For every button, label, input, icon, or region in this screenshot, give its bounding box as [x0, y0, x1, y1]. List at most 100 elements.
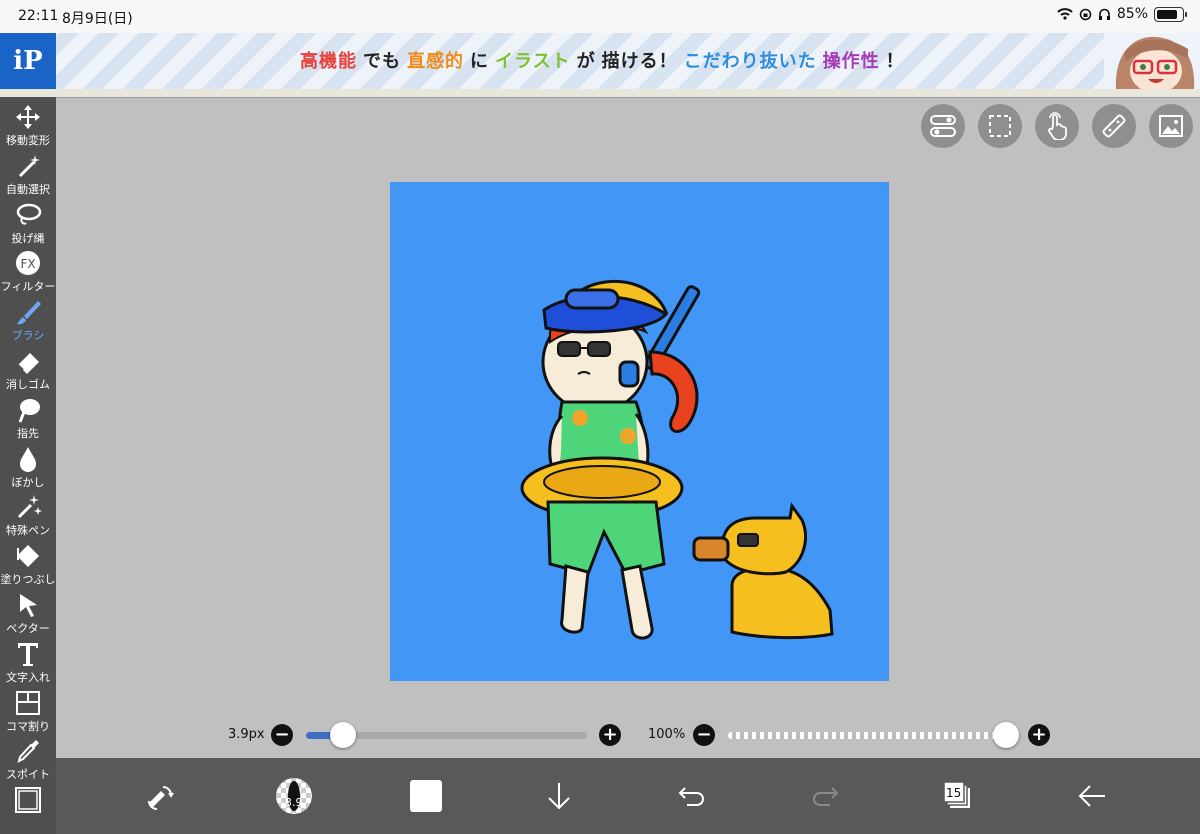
status-time: 22:11: [18, 8, 59, 24]
blur-drop-icon: [20, 446, 36, 472]
eyedropper-icon: [17, 740, 39, 764]
banner-headline: 高機能 でも 直感的にイラストが描ける！ こだわり抜いた 操作性！: [300, 47, 911, 73]
wifi-icon: [1057, 8, 1073, 20]
tool-label: 文字入れ: [6, 670, 50, 684]
fx-icon: FX: [16, 251, 40, 276]
tool-label: 投げ縄: [11, 231, 45, 245]
tool-move-arrows[interactable]: 移動変形: [0, 100, 56, 148]
move-arrows-icon: [16, 105, 40, 129]
tool-eyedropper[interactable]: スポイト: [0, 734, 56, 782]
tool-label: スポイト: [6, 768, 50, 782]
vector-cursor-icon: [20, 594, 37, 617]
tool-canvas-frame[interactable]: [0, 783, 56, 831]
tool-brush[interactable]: ブラシ: [0, 295, 56, 343]
tool-lasso[interactable]: 投げ縄: [0, 198, 56, 246]
ruler-button[interactable]: [1092, 104, 1136, 148]
magic-wand-icon: [18, 154, 40, 177]
color-button[interactable]: [400, 768, 452, 824]
redo-button[interactable]: [799, 768, 851, 824]
brush-preview: 3.9: [276, 778, 312, 814]
bottom-toolbar: 3.9 15: [56, 758, 1200, 834]
tool-label: 移動変形: [6, 134, 50, 147]
toggle-icon: [930, 115, 956, 137]
ruler-icon: [1102, 114, 1126, 138]
drawing-canvas[interactable]: [390, 182, 889, 681]
ad-banner[interactable]: iP 高機能 でも 直感的にイラストが描ける！ こだわり抜いた 操作性！: [0, 33, 1200, 89]
canvas-artwork: [520, 280, 834, 640]
brush-size-value: 3.9px: [228, 727, 265, 742]
tool-blur-drop[interactable]: ぼかし: [0, 442, 56, 490]
battery-percent: 85%: [1116, 6, 1148, 22]
banner-segment: ！: [885, 51, 905, 72]
banner-segment: こだわり抜いた: [683, 51, 817, 72]
canvas-frame-icon: [15, 787, 41, 814]
status-right: 85%: [1057, 6, 1187, 22]
eraser-icon: [17, 353, 39, 374]
tool-label: ブラシ: [11, 329, 45, 343]
tool-sparkle-pen[interactable]: 特殊ペン: [0, 490, 56, 538]
opacity-value: 100%: [648, 727, 686, 742]
sparkle-pen-icon: [17, 495, 42, 519]
undo-button[interactable]: [666, 768, 718, 824]
banner-segment: イラスト: [495, 51, 571, 72]
banner-segment: 操作性: [822, 51, 880, 72]
tool-label: ベクター: [6, 622, 50, 635]
tool-label: 自動選択: [6, 182, 50, 196]
rotation-lock-icon: [1079, 8, 1092, 20]
status-bar: 22:11 8月9日(日) 85%: [0, 0, 1200, 33]
image-button[interactable]: [1149, 104, 1193, 148]
tool-vector-cursor[interactable]: ベクター: [0, 588, 56, 636]
banner-segment: に: [470, 51, 489, 72]
headphones-icon: [1098, 8, 1110, 20]
undo-icon: [678, 787, 704, 806]
swap-tool-button[interactable]: [134, 768, 186, 824]
banner-segment: 直感的: [407, 51, 464, 72]
layers-button[interactable]: 15: [932, 768, 984, 824]
brush-preview-size: 3.9: [285, 796, 303, 809]
opacity-track[interactable]: [728, 732, 1018, 739]
selection-button[interactable]: [978, 104, 1022, 148]
banner-segment: 描ける！: [601, 51, 678, 72]
image-icon: [1159, 115, 1183, 137]
layer-count: 15: [946, 786, 962, 800]
toggle-button[interactable]: [921, 104, 965, 148]
redo-icon: [813, 787, 839, 806]
tool-eraser[interactable]: 消しゴム: [0, 344, 56, 392]
arrow-left-icon: [1078, 785, 1105, 807]
smudge-icon: [18, 398, 40, 423]
panel-divide-icon: [16, 690, 40, 715]
tool-text-t[interactable]: 文字入れ: [0, 637, 56, 685]
pen-eraser-swap-icon: [148, 786, 174, 810]
tool-label: ぼかし: [11, 475, 45, 489]
banner-mascot-image: [1104, 33, 1200, 89]
tool-label: 指先: [17, 426, 39, 440]
tool-fx[interactable]: FX フィルター: [0, 246, 56, 294]
touch-button[interactable]: [1035, 104, 1079, 148]
opacity-plus-button[interactable]: +: [1028, 724, 1050, 746]
brush-size-plus-button[interactable]: +: [599, 724, 621, 746]
back-button[interactable]: [1066, 768, 1118, 824]
battery-icon: [1154, 6, 1187, 22]
brush-icon: [17, 301, 41, 325]
svg-text:FX: FX: [20, 257, 35, 271]
tool-panel-divide[interactable]: コマ割り: [0, 686, 56, 734]
banner-segment: 高機能: [300, 51, 357, 72]
bucket-fill-icon: [17, 545, 39, 568]
brush-preview-button[interactable]: 3.9: [268, 768, 320, 824]
opacity-knob[interactable]: [993, 722, 1020, 748]
brush-size-knob[interactable]: [329, 722, 356, 748]
tool-magic-wand[interactable]: 自動選択: [0, 149, 56, 197]
tool-label: フィルター: [0, 280, 56, 294]
tool-smudge[interactable]: 指先: [0, 393, 56, 441]
brush-size-minus-button[interactable]: −: [271, 724, 293, 746]
tool-label: 特殊ペン: [6, 524, 50, 538]
selection-icon: [989, 115, 1011, 137]
touch-icon: [1048, 112, 1067, 140]
tool-label: コマ割り: [6, 719, 50, 733]
banner-segment: が: [576, 51, 596, 72]
download-button[interactable]: [533, 768, 585, 824]
opacity-minus-button[interactable]: −: [693, 724, 715, 746]
banner-separator: [0, 89, 1200, 98]
tool-bucket-fill[interactable]: 塗りつぶし: [0, 539, 56, 587]
lasso-icon: [16, 203, 42, 225]
